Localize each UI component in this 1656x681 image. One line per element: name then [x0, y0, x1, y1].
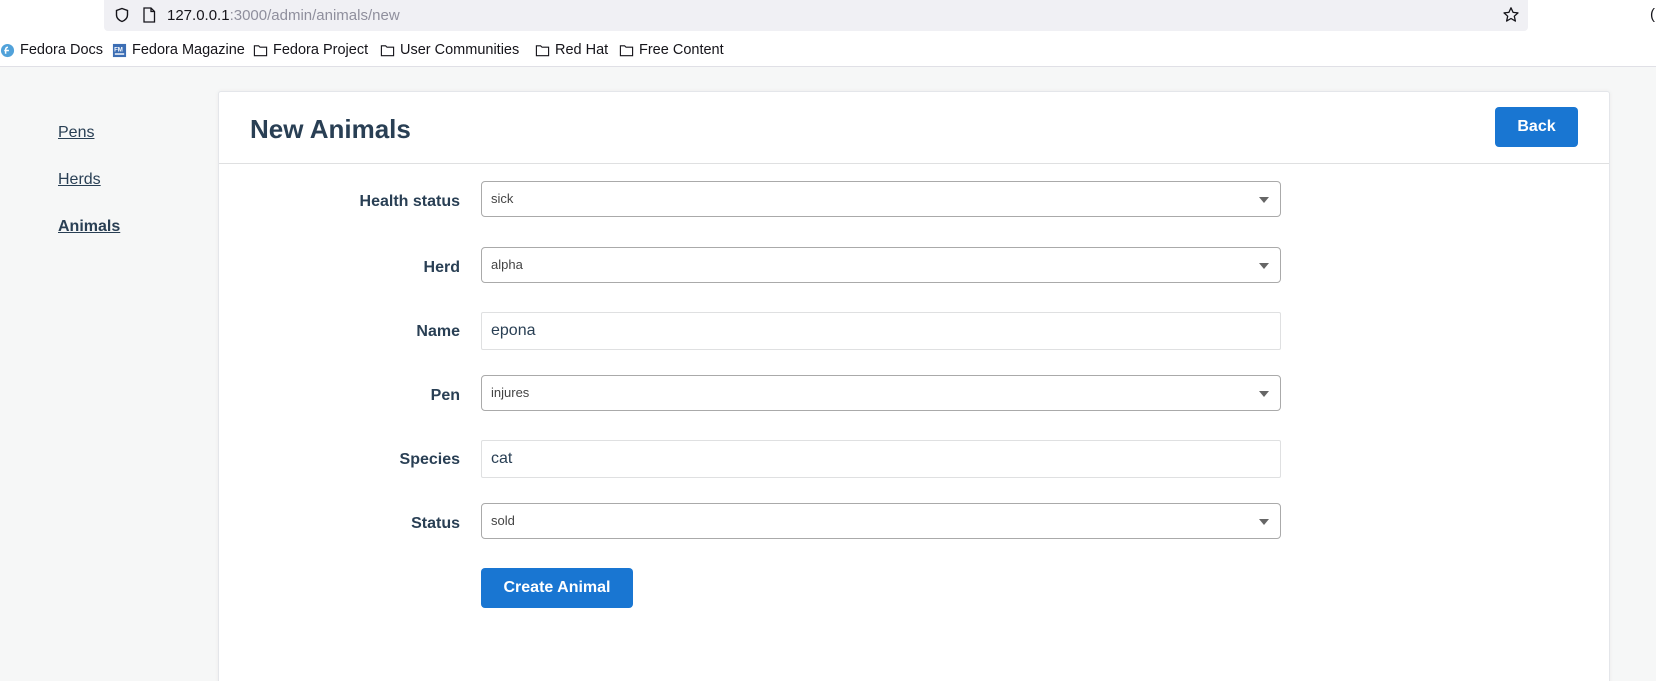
- page-title: New Animals: [250, 114, 411, 144]
- overflow-glyph: (: [1650, 6, 1655, 23]
- fedora-magazine-icon: FM: [112, 43, 127, 57]
- chevron-down-icon: [1259, 519, 1269, 525]
- bookmark-label: Fedora Project: [273, 42, 369, 58]
- page-icon: [143, 7, 156, 23]
- bookmark-label: Fedora Magazine: [132, 42, 245, 58]
- sidebar-item-herds[interactable]: Herds: [58, 171, 101, 189]
- address-bar[interactable]: 127.0.0.1:3000/admin/animals/new: [104, 0, 1528, 31]
- folder-icon: [253, 44, 268, 56]
- bookmark-star-icon[interactable]: [1502, 6, 1520, 24]
- species-label: Species: [399, 451, 460, 468]
- bookmark-fedora-project[interactable]: Fedora Project: [253, 41, 368, 59]
- folder-icon: [619, 44, 634, 56]
- card-header: New Animals Back: [219, 92, 1609, 164]
- herd-label: Herd: [423, 259, 460, 276]
- fedora-icon: [0, 43, 15, 57]
- species-input[interactable]: [481, 440, 1281, 478]
- create-animal-button[interactable]: Create Animal: [481, 568, 633, 608]
- pen-value: injures: [491, 385, 530, 400]
- bookmark-label: User Communities: [400, 42, 520, 58]
- browser-toolbar: 127.0.0.1:3000/admin/animals/new: [0, 0, 1656, 32]
- chevron-down-icon: [1259, 391, 1269, 397]
- bookmarks-toolbar: Fedora Docs FM Fedora Magazine Fedora Pr…: [0, 32, 1656, 67]
- status-value: sold: [491, 513, 515, 528]
- folder-icon: [535, 44, 550, 56]
- svg-text:FM: FM: [114, 46, 123, 53]
- health-status-select[interactable]: sick: [481, 181, 1281, 217]
- status-select[interactable]: sold: [481, 503, 1281, 539]
- pen-label: Pen: [430, 387, 460, 404]
- bookmark-fedora-docs[interactable]: Fedora Docs: [0, 41, 103, 59]
- health-status-label: Health status: [359, 193, 460, 210]
- name-label: Name: [416, 323, 460, 340]
- bookmark-label: Free Content: [639, 42, 724, 58]
- url-path: :3000/admin/animals/new: [229, 7, 400, 24]
- shield-icon[interactable]: [114, 7, 130, 23]
- chevron-down-icon: [1259, 197, 1269, 203]
- back-button[interactable]: Back: [1495, 107, 1578, 147]
- bookmark-label: Fedora Docs: [20, 42, 104, 58]
- main-card: New Animals Back Health status sick Herd…: [218, 91, 1610, 681]
- sidebar-item-pens[interactable]: Pens: [58, 124, 94, 142]
- url-text[interactable]: 127.0.0.1:3000/admin/animals/new: [167, 7, 400, 24]
- chevron-down-icon: [1259, 263, 1269, 269]
- folder-icon: [380, 44, 395, 56]
- pen-select[interactable]: injures: [481, 375, 1281, 411]
- herd-value: alpha: [491, 257, 523, 272]
- bookmark-red-hat[interactable]: Red Hat: [535, 41, 608, 59]
- herd-select[interactable]: alpha: [481, 247, 1281, 283]
- status-label: Status: [411, 515, 460, 532]
- bookmark-free-content[interactable]: Free Content: [619, 41, 724, 59]
- name-input[interactable]: [481, 312, 1281, 350]
- sidebar-item-animals[interactable]: Animals: [58, 218, 120, 236]
- url-host: 127.0.0.1: [167, 7, 230, 24]
- bookmark-fedora-magazine[interactable]: FM Fedora Magazine: [112, 41, 245, 59]
- health-status-value: sick: [491, 191, 514, 206]
- bookmark-user-communities[interactable]: User Communities: [380, 41, 519, 59]
- bookmark-label: Red Hat: [555, 42, 609, 58]
